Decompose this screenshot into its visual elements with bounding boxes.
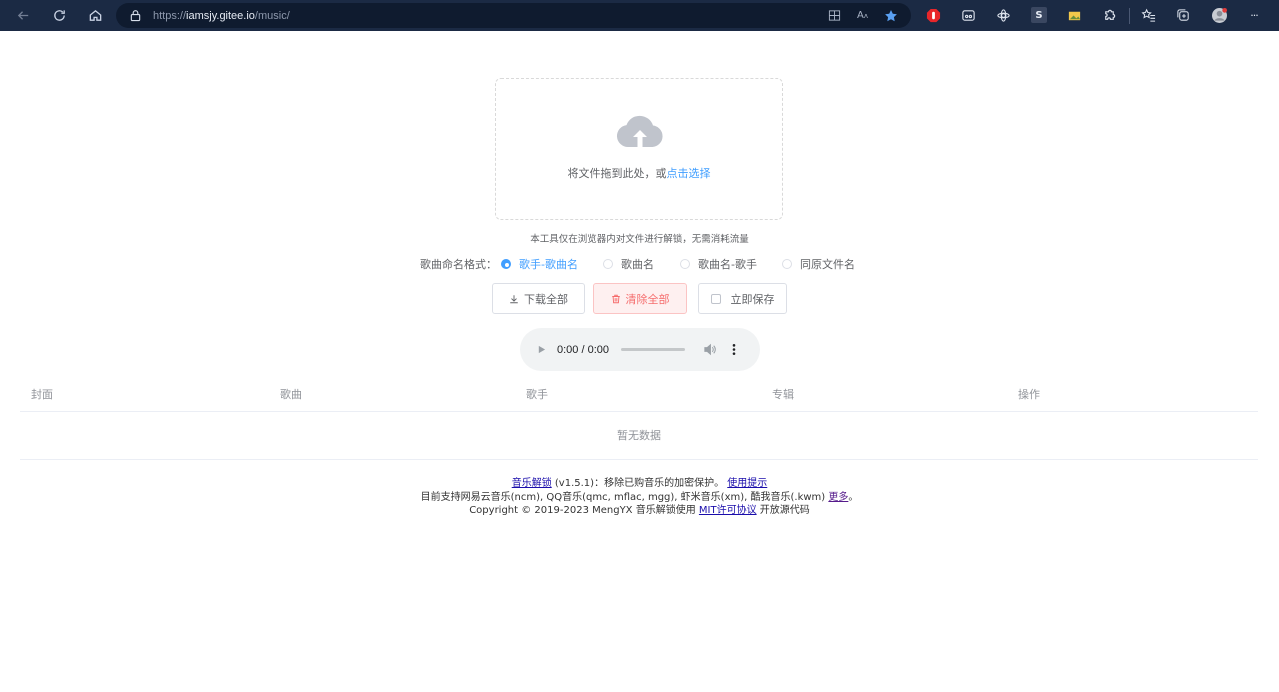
save-now-checkbox[interactable]: [710, 293, 721, 304]
extension-gamepad-icon[interactable]: [960, 7, 976, 23]
progress-track[interactable]: [621, 348, 685, 351]
clear-all-button[interactable]: 清除全部: [593, 283, 687, 314]
radio-original-filename[interactable]: 同原文件名: [781, 256, 855, 272]
table-header: 封面 歌曲 歌手 专辑 操作: [20, 374, 1258, 412]
extensions-puzzle-icon[interactable]: [1101, 7, 1117, 23]
toolbar-divider: [1129, 8, 1130, 24]
upload-cloud-icon: [616, 115, 663, 148]
extension-image-icon[interactable]: [1066, 7, 1082, 23]
footer-line-2: 目前支持网易云音乐(ncm), QQ音乐(qmc, mflac, mgg), 虾…: [0, 491, 1279, 505]
footer-period: 。: [848, 491, 859, 503]
refresh-icon[interactable]: [48, 5, 70, 27]
save-now-label: 立即保存: [730, 292, 775, 306]
radio-dot[interactable]: [602, 259, 613, 269]
back-icon[interactable]: [12, 5, 34, 27]
profile-avatar-icon[interactable]: [1211, 7, 1227, 23]
favorites-icon[interactable]: [1140, 7, 1156, 23]
radio-label: 歌曲名: [620, 258, 654, 271]
naming-format-label: 歌曲命名格式：: [420, 258, 497, 271]
upload-dropzone[interactable]: 将文件拖到此处，或点击选择: [495, 78, 783, 220]
download-all-button[interactable]: 下载全部: [492, 283, 585, 314]
upload-select-link[interactable]: 点击选择: [667, 167, 711, 180]
play-icon[interactable]: [537, 345, 547, 355]
song-table: 封面 歌曲 歌手 专辑 操作 暂无数据: [20, 374, 1258, 460]
app-name-link[interactable]: 音乐解锁: [512, 478, 552, 489]
radio-label: 歌手-歌曲名: [519, 258, 578, 271]
open-source-text: 开放源代码: [759, 505, 810, 516]
footer-line-3: Copyright © 2019-2023 MengYX 音乐解锁使用 MIT许…: [0, 504, 1279, 518]
volume-icon[interactable]: [703, 343, 716, 356]
adblock-extension-icon[interactable]: [925, 7, 941, 23]
radio-label: 歌曲名-歌手: [697, 258, 757, 271]
download-all-label: 下载全部: [524, 292, 568, 306]
home-icon[interactable]: [84, 5, 106, 27]
tool-note: 本工具仅在浏览器内对文件进行解锁，无需消耗流量: [530, 234, 749, 245]
extension-s-icon[interactable]: S: [1031, 7, 1047, 23]
url-text[interactable]: https://iamsjy.gitee.io/music/: [153, 10, 290, 22]
favorite-star-icon[interactable]: [883, 8, 898, 23]
upload-hint: 将文件拖到此处，或点击选择: [496, 165, 782, 181]
radio-song[interactable]: 歌曲名: [602, 256, 654, 272]
clear-all-label: 清除全部: [625, 292, 670, 306]
radio-dot[interactable]: [501, 259, 511, 269]
player-menu-icon[interactable]: [732, 343, 736, 356]
audio-player: 0:00 / 0:00: [520, 328, 760, 371]
extension-flower-icon[interactable]: [995, 7, 1011, 23]
usage-tips-link[interactable]: 使用提示: [727, 478, 767, 489]
save-now-toggle[interactable]: 立即保存: [698, 283, 787, 314]
radio-dot[interactable]: [781, 259, 792, 269]
address-bar[interactable]: https://iamsjy.gitee.io/music/ Aʌ: [116, 3, 911, 28]
radio-dot[interactable]: [679, 259, 690, 269]
more-menu-icon[interactable]: ···: [1246, 7, 1262, 23]
table-empty-text: 暂无数据: [20, 412, 1258, 460]
url-prefix: https://: [153, 9, 187, 22]
lock-icon[interactable]: [129, 9, 142, 22]
copyright-text: Copyright © 2019-2023 MengYX 音乐解锁使用: [469, 505, 696, 516]
column-album: 专辑: [772, 388, 794, 401]
version-text: (v1.5.1)：移除已购音乐的加密保护。: [554, 478, 725, 489]
collections-icon[interactable]: [1175, 7, 1191, 23]
radio-singer-song[interactable]: 歌手-歌曲名: [501, 256, 578, 272]
radio-song-singer[interactable]: 歌曲名-歌手: [679, 256, 757, 272]
column-song: 歌曲: [280, 388, 302, 401]
browser-toolbar: https://iamsjy.gitee.io/music/ Aʌ S ···: [0, 0, 1279, 31]
radio-label: 同原文件名: [799, 258, 855, 271]
trash-icon: [611, 294, 621, 304]
upload-hint-text: 将文件拖到此处，或: [567, 167, 667, 180]
download-icon: [509, 294, 519, 304]
reader-view-icon[interactable]: [827, 8, 842, 23]
more-link[interactable]: 更多: [828, 492, 848, 503]
column-actions: 操作: [1018, 388, 1040, 401]
naming-format-group: 歌曲命名格式： 歌手-歌曲名 歌曲名 歌曲名-歌手 同原文件名: [420, 257, 855, 271]
read-aloud-icon[interactable]: Aʌ: [855, 8, 870, 23]
footer-line-1: 音乐解锁 (v1.5.1)：移除已购音乐的加密保护。 使用提示: [0, 477, 1279, 491]
url-path: /music/: [254, 9, 290, 22]
license-link[interactable]: MIT许可协议: [699, 505, 757, 516]
column-cover: 封面: [31, 388, 53, 401]
column-singer: 歌手: [526, 388, 548, 401]
supported-formats-text: 目前支持网易云音乐(ncm), QQ音乐(qmc, mflac, mgg), 虾…: [420, 491, 826, 503]
footer: 音乐解锁 (v1.5.1)：移除已购音乐的加密保护。 使用提示 目前支持网易云音…: [0, 477, 1279, 518]
url-host: iamsjy.gitee.io: [186, 9, 255, 22]
player-time: 0:00 / 0:00: [557, 343, 609, 356]
